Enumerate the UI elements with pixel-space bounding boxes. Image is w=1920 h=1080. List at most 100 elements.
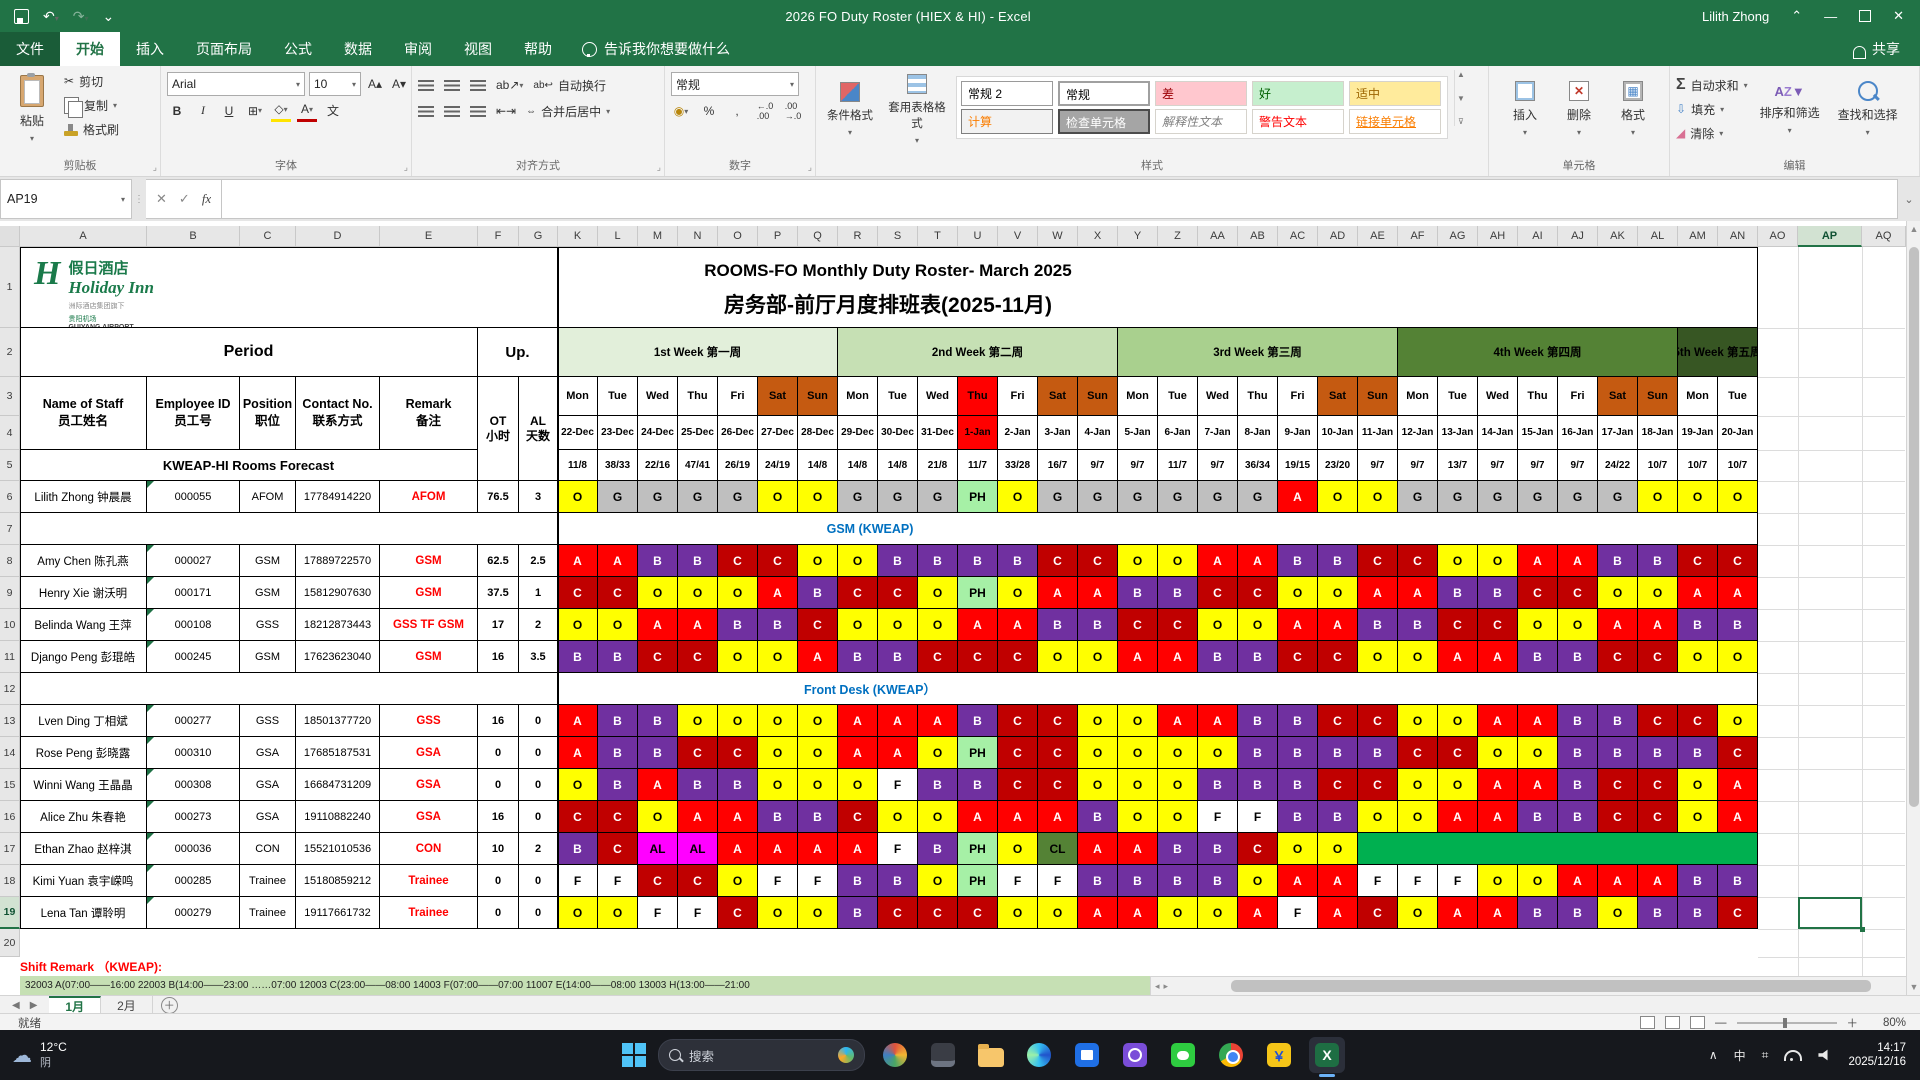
shift-cell[interactable]: B	[558, 833, 598, 865]
shift-cell[interactable]: A	[1478, 641, 1518, 673]
shift-cell[interactable]: G	[718, 481, 758, 513]
shift-cell[interactable]: O	[1158, 801, 1198, 833]
shift-cell[interactable]: A	[1598, 609, 1638, 641]
row-header-9[interactable]: 9	[0, 577, 20, 609]
shift-cell[interactable]: C	[838, 801, 878, 833]
row-header-11[interactable]: 11	[0, 641, 20, 673]
shift-cell[interactable]: B	[838, 865, 878, 897]
forecast-cell[interactable]: 11/7	[958, 450, 998, 481]
shift-cell[interactable]: O	[1398, 769, 1438, 801]
forecast-cell[interactable]: 14/8	[838, 450, 878, 481]
cancel-icon[interactable]: ✕	[156, 191, 167, 207]
scroll-down-icon[interactable]: ▼	[1907, 979, 1920, 995]
day-header[interactable]: Tue	[878, 377, 918, 416]
day-header[interactable]: Thu	[1518, 377, 1558, 416]
shift-cell[interactable]: B	[1718, 865, 1758, 897]
shift-cell[interactable]: O	[1318, 577, 1358, 609]
row-header-10[interactable]: 10	[0, 609, 20, 641]
tab-公式[interactable]: 公式	[268, 32, 328, 66]
shift-cell[interactable]: B	[1598, 545, 1638, 577]
accounting-format-icon[interactable]: ◉▾	[671, 101, 691, 121]
date-header[interactable]: 23-Dec	[598, 416, 638, 450]
shift-cell[interactable]: A	[1278, 865, 1318, 897]
shift-cell[interactable]: A	[598, 545, 638, 577]
shift-cell[interactable]: O	[1478, 545, 1518, 577]
shift-cell[interactable]: B	[1118, 865, 1158, 897]
day-header[interactable]: Fri	[718, 377, 758, 416]
staff-ot-cell[interactable]: 16	[478, 705, 519, 737]
shift-cell[interactable]: B	[1158, 833, 1198, 865]
shift-cell[interactable]: B	[598, 737, 638, 769]
gallery-up-icon[interactable]: ▲	[1457, 70, 1465, 79]
shift-cell[interactable]: F	[878, 833, 918, 865]
row-header-14[interactable]: 14	[0, 737, 20, 769]
shift-cell[interactable]: B	[878, 545, 918, 577]
shift-cell[interactable]: B	[1198, 833, 1238, 865]
shift-cell[interactable]: G	[1238, 481, 1278, 513]
staff-ot-cell[interactable]: 17	[478, 609, 519, 641]
shift-cell[interactable]: F	[998, 865, 1038, 897]
shift-cell[interactable]: F	[1278, 897, 1318, 929]
shift-cell[interactable]: A	[1118, 641, 1158, 673]
shift-cell[interactable]: C	[1158, 609, 1198, 641]
shift-cell[interactable]: O	[1318, 481, 1358, 513]
col-header-D[interactable]: D	[296, 226, 380, 247]
shift-cell[interactable]: C	[1078, 545, 1118, 577]
col-header-AH[interactable]: AH	[1478, 226, 1518, 247]
staff-remark-cell[interactable]: Trainee	[380, 865, 478, 897]
style-tile[interactable]: 差	[1155, 81, 1247, 106]
staff-id-cell[interactable]: 000310	[147, 737, 240, 769]
shift-cell[interactable]: O	[558, 481, 598, 513]
shift-cell[interactable]: F	[1358, 865, 1398, 897]
shift-cell[interactable]: O	[838, 609, 878, 641]
shift-cell[interactable]: B	[1278, 545, 1318, 577]
shift-cell[interactable]: A	[758, 577, 798, 609]
forecast-cell[interactable]: 21/8	[918, 450, 958, 481]
paste-button[interactable]: 粘贴▾	[6, 70, 58, 148]
shift-cell[interactable]: A	[718, 801, 758, 833]
scroll-left-icon[interactable]: ◂	[1151, 981, 1164, 992]
taskbar-app-excel[interactable]: X	[1309, 1037, 1345, 1073]
staff-name-cell[interactable]: Lilith Zhong 钟晨晨	[20, 481, 147, 513]
shift-cell[interactable]: C	[758, 545, 798, 577]
staff-ot-cell[interactable]: 0	[478, 737, 519, 769]
shift-cell[interactable]: AL	[678, 833, 718, 865]
shift-cell[interactable]: C	[998, 641, 1038, 673]
date-header[interactable]: 13-Jan	[1438, 416, 1478, 450]
shift-cell[interactable]: O	[1518, 737, 1558, 769]
staff-ot-cell[interactable]: 76.5	[478, 481, 519, 513]
col-header-C[interactable]: C	[240, 226, 296, 247]
font-size-select[interactable]: 10▾	[309, 72, 361, 96]
col-header-AK[interactable]: AK	[1598, 226, 1638, 247]
close-button[interactable]: ✕	[1893, 8, 1904, 24]
shift-cell[interactable]: B	[1558, 769, 1598, 801]
staff-al-cell[interactable]: 1	[519, 577, 558, 609]
shift-cell[interactable]: A	[558, 737, 598, 769]
shift-cell[interactable]: C	[718, 545, 758, 577]
row-header-15[interactable]: 15	[0, 769, 20, 801]
shift-cell[interactable]: B	[1638, 897, 1678, 929]
shift-cell[interactable]: B	[1638, 737, 1678, 769]
shift-cell[interactable]: O	[1398, 801, 1438, 833]
shift-cell[interactable]: A	[1438, 897, 1478, 929]
horizontal-scrollbar[interactable]: ◂ ▸	[1150, 976, 1908, 997]
shift-cell[interactable]: C	[878, 577, 918, 609]
shift-cell[interactable]: F	[598, 865, 638, 897]
shift-cell[interactable]: O	[1238, 609, 1278, 641]
shift-cell[interactable]: B	[1078, 865, 1118, 897]
staff-contact-cell[interactable]: 17623623040	[296, 641, 380, 673]
taskbar-app-file-explorer[interactable]	[973, 1037, 1009, 1073]
name-box[interactable]: AP19▾	[0, 179, 132, 219]
shift-cell[interactable]: A	[1478, 801, 1518, 833]
shift-cell[interactable]: B	[1558, 897, 1598, 929]
shift-cell[interactable]: C	[1358, 897, 1398, 929]
staff-remark-cell[interactable]: Trainee	[380, 897, 478, 929]
shift-cell[interactable]: B	[1518, 641, 1558, 673]
row-header-4[interactable]: 4	[0, 416, 20, 450]
shift-cell[interactable]: B	[1238, 705, 1278, 737]
formula-input[interactable]	[222, 179, 1898, 219]
shift-cell[interactable]: C	[1638, 769, 1678, 801]
staff-id-cell[interactable]: 000036	[147, 833, 240, 865]
date-header[interactable]: 5-Jan	[1118, 416, 1158, 450]
sheet-prev-icon[interactable]: ◀	[12, 1000, 20, 1011]
